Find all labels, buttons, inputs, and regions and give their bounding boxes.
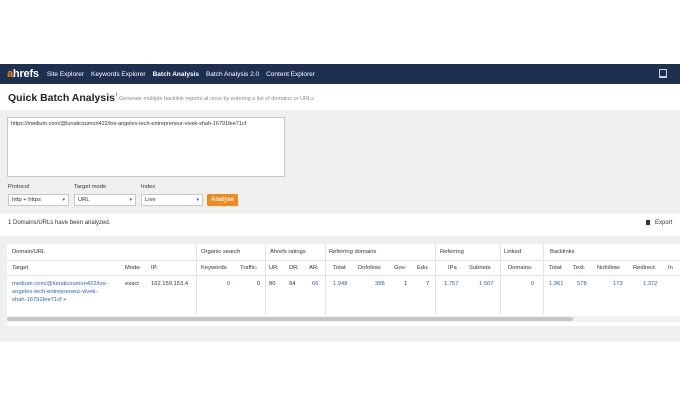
col-ip[interactable]: IPi	[151, 265, 157, 271]
export-button[interactable]: Export	[646, 220, 672, 226]
col-bl-more[interactable]: In	[668, 265, 673, 271]
cell-rd-total[interactable]: 1,948	[333, 281, 348, 287]
results-panel: Domain/URL Organic search Ahrefs ratings…	[0, 236, 680, 342]
cell-ip: 162.159.153.4	[151, 281, 189, 287]
nav-site-explorer[interactable]: Site Explorer	[47, 71, 84, 78]
cell-rd-edu: 7	[426, 281, 430, 287]
cell-mode: exact	[125, 281, 139, 287]
cell-rd-dofollow[interactable]: 388	[375, 281, 385, 287]
status-row: 1 Domains/URLs have been analyzed. Expor…	[0, 214, 680, 236]
cell-bl-nofollow[interactable]: 173	[613, 281, 623, 287]
column-separator	[265, 244, 266, 315]
divider	[7, 275, 680, 276]
chevron-down-icon: ▾	[196, 197, 199, 203]
col-target[interactable]: Target	[12, 265, 28, 271]
top-navigation-bar: ahrefs Site Explorer Keywords Explorer B…	[0, 64, 680, 84]
divider	[7, 260, 680, 261]
top-blank-area	[0, 0, 680, 64]
cell-linked-domains[interactable]: 0	[531, 281, 534, 287]
cell-bl-redirect[interactable]: 1,372	[643, 281, 658, 287]
index-select[interactable]: Live ▾	[141, 194, 203, 206]
col-rd-total[interactable]: Totali	[333, 265, 346, 271]
nav-batch-analysis-2[interactable]: Batch Analysis 2.0	[206, 71, 259, 78]
group-organic-search: Organic search	[201, 249, 241, 255]
cell-ar[interactable]: 66	[312, 281, 318, 287]
group-linked: Linked	[504, 249, 522, 255]
column-separator	[196, 244, 197, 315]
col-rd-edu[interactable]: Edui	[417, 265, 428, 271]
nav-batch-analysis[interactable]: Batch Analysis	[153, 71, 199, 78]
document-icon	[646, 220, 650, 225]
nav-content-explorer[interactable]: Content Explorer	[266, 71, 315, 78]
horizontal-scrollbar[interactable]	[7, 316, 680, 322]
bottom-blank-area	[0, 342, 680, 407]
target-mode-label: Target mode	[74, 184, 107, 190]
monitor-icon[interactable]	[659, 69, 667, 78]
col-bl-redirect[interactable]: Redirecti	[633, 265, 655, 271]
cell-traffic: 0	[257, 281, 261, 287]
cell-dr: 94	[289, 281, 296, 287]
protocol-label: Protocol	[8, 184, 30, 190]
cell-keywords[interactable]: 0	[227, 281, 230, 287]
index-label: Index	[141, 184, 156, 190]
chevron-down-icon: ▾	[129, 197, 132, 203]
analyse-button[interactable]: Analyse	[207, 194, 238, 206]
group-ahrefs-ratings: Ahrefs ratings	[270, 249, 306, 255]
page-subtitle: Generate multiple backlink reports at on…	[119, 96, 314, 102]
results-table: Domain/URL Organic search Ahrefs ratings…	[7, 244, 680, 326]
col-rd-dofollow[interactable]: Dofollowi	[358, 265, 381, 271]
col-rd-gov[interactable]: Govi	[394, 265, 406, 271]
col-dr[interactable]: DRi	[289, 265, 298, 271]
info-icon[interactable]: i	[116, 92, 117, 98]
target-mode-select[interactable]: URL ▾	[74, 194, 136, 206]
cell-ref-subnets[interactable]: 1,507	[479, 281, 494, 287]
group-backlinks: Backlinks	[550, 249, 575, 255]
protocol-select[interactable]: http + https ▾	[8, 194, 69, 206]
nav-keywords-explorer[interactable]: Keywords Explorer	[91, 71, 146, 78]
column-separator	[543, 244, 544, 315]
group-domain-url: Domain/URL	[12, 249, 46, 255]
target-link-line3[interactable]: shah-16791fee71cf +	[12, 297, 67, 303]
chevron-down-icon: ▾	[62, 197, 65, 203]
cell-bl-total[interactable]: 1,961	[549, 281, 564, 287]
scrollbar-thumb[interactable]	[7, 317, 573, 321]
col-ref-ips[interactable]: IPsi	[448, 265, 457, 271]
page-title: Quick Batch Analysisi	[8, 92, 118, 104]
input-form-panel: https://medium.com/@lunaticsumon422/los-…	[0, 110, 680, 214]
cell-rd-gov: 1	[404, 281, 408, 287]
col-bl-total[interactable]: Totali	[549, 265, 562, 271]
col-ur[interactable]: URi	[269, 265, 278, 271]
col-bl-text[interactable]: Texti	[573, 265, 585, 271]
col-linked-domains[interactable]: Domainsi	[508, 265, 532, 271]
target-link-line2[interactable]: angeles-tech-entrepreneur-vivek-	[12, 289, 97, 295]
cell-ref-ips[interactable]: 1,757	[444, 281, 459, 287]
page-header: Quick Batch Analysisi Generate multiple …	[0, 84, 680, 110]
column-separator	[325, 244, 326, 315]
target-link-line1[interactable]: medium.com/@lunaticsumon422/los-	[12, 281, 107, 287]
group-referring: Referring	[440, 249, 464, 255]
column-separator	[500, 244, 501, 315]
col-bl-nofollow[interactable]: Nofollowi	[597, 265, 620, 271]
cell-bl-text[interactable]: 578	[577, 281, 587, 287]
status-text: 1 Domains/URLs have been analyzed.	[8, 220, 111, 226]
col-ar[interactable]: ARi	[309, 265, 318, 271]
cell-ur: 80	[269, 281, 276, 287]
ahrefs-logo[interactable]: ahrefs	[7, 68, 39, 80]
url-textarea[interactable]: https://medium.com/@lunaticsumon422/los-…	[7, 117, 285, 177]
col-keywords[interactable]: Keywordsi	[201, 265, 227, 271]
col-traffic[interactable]: Traffici	[240, 265, 257, 271]
col-ref-subnets[interactable]: Subnetsi	[469, 265, 491, 271]
col-mode[interactable]: Modei	[125, 265, 140, 271]
group-referring-domains: Referring domains	[329, 249, 377, 255]
column-separator	[435, 244, 436, 315]
